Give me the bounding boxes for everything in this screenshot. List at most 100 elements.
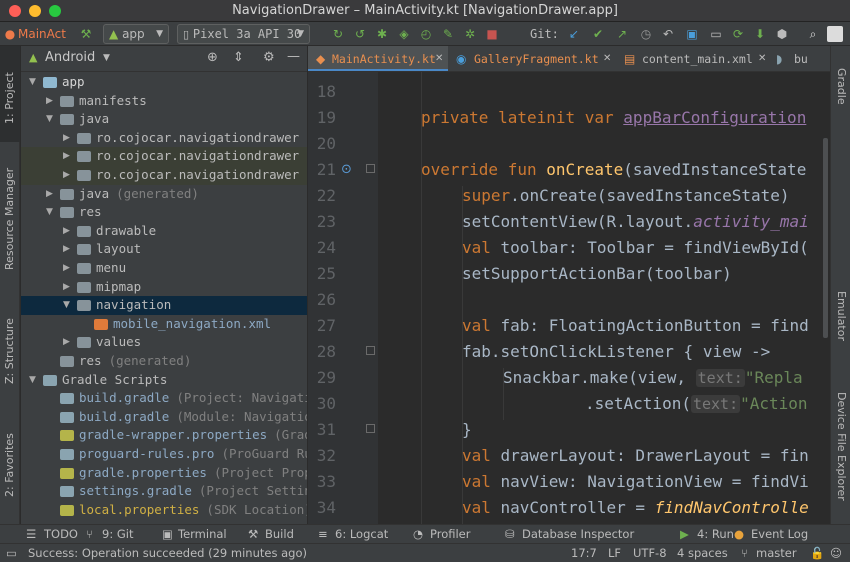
tree-item[interactable]: ▶ ro.cojocar.navigationdrawer ( [21, 147, 307, 166]
build-tab[interactable]: Build [265, 525, 294, 544]
run-tab[interactable]: 4: Run [697, 525, 734, 544]
fold-icon[interactable] [366, 424, 375, 433]
tree-item[interactable]: ▶ menu [21, 259, 307, 278]
line-separator[interactable]: LF [608, 544, 621, 562]
tree-item[interactable]: ▶ drawable [21, 222, 307, 241]
structure-tab[interactable]: Z: Structure [0, 301, 20, 401]
tree-item[interactable]: mobile_navigation.xml [21, 315, 307, 334]
status-message[interactable]: Success: Operation succeeded (29 minutes… [28, 544, 307, 562]
gear-icon[interactable]: ⚙ [263, 50, 275, 65]
device-file-explorer-tab[interactable]: Device File Explorer [831, 376, 850, 516]
collapse-all-icon[interactable]: ⇕ [233, 50, 244, 65]
tree-item[interactable]: res (generated) [21, 352, 307, 371]
locate-file-icon[interactable]: ⊕ [207, 50, 218, 65]
project-view-selector[interactable]: Android [45, 50, 95, 65]
inspector-icon[interactable]: ☺ [830, 544, 842, 562]
tab-mainactivity[interactable]: ◆ MainActivity.kt ✕ [308, 46, 448, 71]
tree-item[interactable]: local.properties (SDK Location) [21, 501, 307, 520]
hammer-build-icon[interactable]: ⚒ [78, 26, 94, 42]
rollback-icon[interactable]: ↶ [660, 26, 676, 42]
profiler-tab[interactable]: Profiler [430, 525, 471, 544]
apply-code-changes-icon[interactable]: ↺ [352, 26, 368, 42]
tree-item[interactable]: build.gradle (Project: Navigati [21, 389, 307, 408]
caret-position[interactable]: 17:7 [571, 544, 597, 562]
gradle-tab[interactable]: Gradle [831, 56, 850, 116]
expand-arrow-icon[interactable]: ▼ [46, 203, 56, 221]
git-commit-icon[interactable]: ✔ [590, 26, 606, 42]
history-icon[interactable]: ◷ [638, 26, 654, 42]
close-tab-icon[interactable]: ✕ [603, 46, 611, 71]
collapse-arrow-icon[interactable]: ▶ [63, 333, 73, 351]
profile-icon[interactable]: ◴ [418, 26, 434, 42]
tree-item[interactable]: gradle.properties (Project Prope [21, 464, 307, 483]
code-editor[interactable]: private lateinit var appBarConfiguration… [378, 72, 828, 524]
expand-arrow-icon[interactable]: ▼ [46, 110, 56, 128]
project-breadcrumb[interactable]: MainAct [18, 22, 66, 46]
tab-galleryfragment[interactable]: ◉ GalleryFragment.kt ✕ [450, 46, 616, 71]
todo-tab[interactable]: TODO [44, 525, 78, 544]
expand-arrow-icon[interactable]: ▼ [29, 371, 39, 389]
indent-setting[interactable]: 4 spaces [677, 544, 728, 562]
editor-scrollbar[interactable] [823, 138, 828, 338]
project-tool-tab[interactable]: 1: Project [0, 54, 20, 142]
module-selector[interactable]: ▲ app ▼ [103, 24, 169, 44]
collapse-arrow-icon[interactable]: ▶ [63, 129, 73, 147]
collapse-arrow-icon[interactable]: ▶ [46, 185, 56, 203]
event-log-tab[interactable]: Event Log [751, 525, 808, 544]
collapse-arrow-icon[interactable]: ▶ [63, 166, 73, 184]
terminal-tab[interactable]: Terminal [178, 525, 227, 544]
tree-item[interactable]: ▶ ro.cojocar.navigationdrawer ( [21, 166, 307, 185]
close-tab-icon[interactable]: ✕ [758, 46, 766, 71]
avd-manager-icon[interactable]: ▭ [708, 26, 724, 42]
coverage-icon[interactable]: ◈ [396, 26, 412, 42]
account-avatar[interactable] [827, 26, 843, 42]
tree-item[interactable]: ▶ java (generated) [21, 185, 307, 204]
collapse-arrow-icon[interactable]: ▶ [63, 240, 73, 258]
lock-icon[interactable]: 🔓 [810, 544, 824, 562]
project-structure-icon[interactable]: ▣ [684, 26, 700, 42]
tab-content-main[interactable]: ▤ content_main.xml ✕ [618, 46, 770, 71]
attach-debugger-icon[interactable]: ✎ [440, 26, 456, 42]
debug-bug-icon[interactable]: ✲ [462, 26, 478, 42]
collapse-arrow-icon[interactable]: ▶ [63, 278, 73, 296]
expand-arrow-icon[interactable]: ▼ [63, 296, 73, 314]
tree-item[interactable]: gradle-wrapper.properties (Grad [21, 426, 307, 445]
maximize-window-button[interactable] [49, 5, 61, 17]
tree-item[interactable]: ▶ mipmap [21, 278, 307, 297]
collapse-arrow-icon[interactable]: ▶ [63, 259, 73, 277]
close-tab-icon[interactable]: ✕ [435, 46, 443, 71]
sync-gradle-icon[interactable]: ⟳ [730, 26, 746, 42]
tree-item[interactable]: ▶ values [21, 333, 307, 352]
expand-arrow-icon[interactable]: ▼ [29, 73, 39, 91]
tree-item[interactable]: build.gradle (Module: Navigation [21, 408, 307, 427]
layout-inspector-icon[interactable]: ⬢ [774, 26, 790, 42]
override-marker-icon[interactable]: ⊙ [341, 162, 352, 177]
debug-icon[interactable]: ✱ [374, 26, 390, 42]
logcat-tab[interactable]: 6: Logcat [335, 525, 388, 544]
git-push-icon[interactable]: ↗ [614, 26, 630, 42]
collapse-arrow-icon[interactable]: ▶ [46, 92, 56, 110]
tree-item[interactable]: ▶ manifests [21, 92, 307, 111]
tree-item[interactable]: ▼ java [21, 110, 307, 129]
tab-build-gradle[interactable]: ◗ bu [770, 46, 830, 71]
database-inspector-tab[interactable]: Database Inspector [522, 525, 634, 544]
device-selector[interactable]: ▯ Pixel 3a API 30 ▼ [177, 24, 310, 44]
close-window-button[interactable] [9, 5, 21, 17]
tree-item[interactable]: ▼ res [21, 203, 307, 222]
search-icon[interactable]: ⌕ [805, 26, 821, 42]
fold-icon[interactable] [366, 346, 375, 355]
git-tab[interactable]: 9: Git [102, 525, 133, 544]
collapse-arrow-icon[interactable]: ▶ [63, 222, 73, 240]
fold-icon[interactable] [366, 164, 375, 173]
resource-manager-tab[interactable]: Resource Manager [0, 154, 20, 284]
tree-item[interactable]: ▼ Gradle Scripts [21, 371, 307, 390]
tree-item[interactable]: ▼ app [21, 73, 307, 92]
git-branch[interactable]: master [756, 544, 797, 562]
minimize-panel-icon[interactable]: — [287, 49, 300, 64]
chevron-down-icon[interactable]: ▼ [103, 53, 110, 63]
status-layout-icon[interactable]: ▭ [6, 544, 17, 562]
git-update-icon[interactable]: ↙ [566, 26, 582, 42]
tree-item[interactable]: ▶ ro.cojocar.navigationdrawer [21, 129, 307, 148]
stop-icon[interactable]: ■ [484, 26, 500, 42]
emulator-tab[interactable]: Emulator [831, 276, 850, 356]
